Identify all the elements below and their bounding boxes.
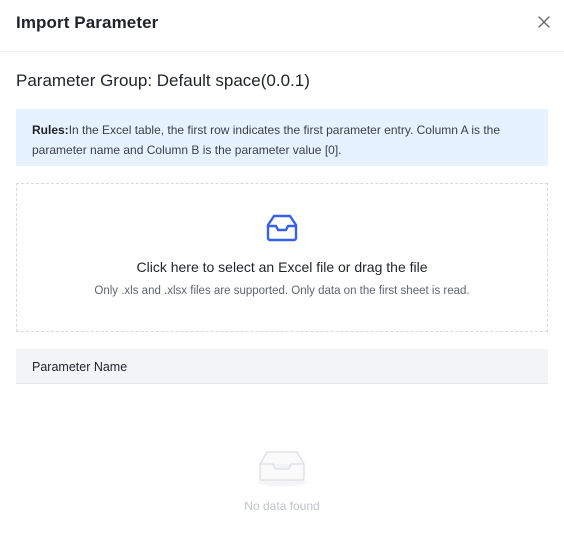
parameter-table-header: Parameter Name <box>16 349 548 384</box>
dialog-title: Import Parameter <box>16 13 159 32</box>
inbox-icon <box>266 214 298 242</box>
upload-instruction: Click here to select an Excel file or dr… <box>136 259 428 275</box>
upload-hint: Only .xls and .xlsx files are supported.… <box>94 285 470 297</box>
close-icon <box>538 16 550 28</box>
rules-text: In the Excel table, the first row indica… <box>32 123 500 157</box>
empty-inbox-icon <box>258 451 306 487</box>
column-header-parameter-name: Parameter Name <box>32 360 128 374</box>
rules-info-box: Rules:In the Excel table, the first row … <box>16 109 548 166</box>
close-button[interactable] <box>536 14 552 30</box>
empty-state-text: No data found <box>244 499 320 513</box>
import-parameter-dialog: Import Parameter Parameter Group: Defaul… <box>0 0 564 559</box>
file-upload-dropzone[interactable]: Click here to select an Excel file or dr… <box>16 183 548 332</box>
parameter-group-title: Parameter Group: Default space(0.0.1) <box>16 71 310 90</box>
dialog-header: Import Parameter <box>0 0 564 52</box>
rules-label: Rules: <box>32 123 69 137</box>
